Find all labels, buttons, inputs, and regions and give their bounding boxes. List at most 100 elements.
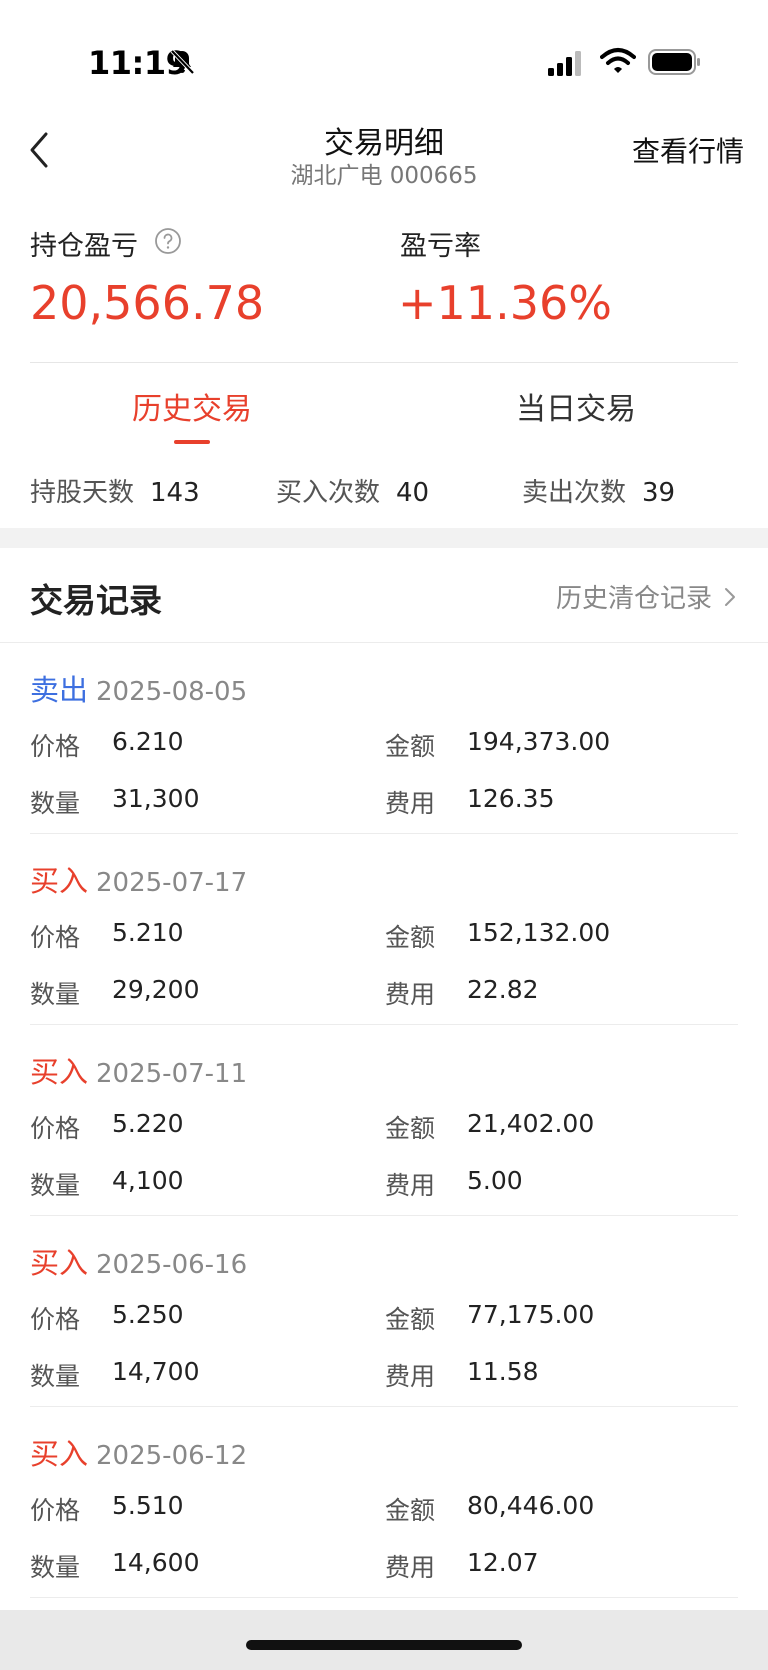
fee-field: 费用 11.58 bbox=[385, 1357, 539, 1393]
trade-date: 2025-07-17 bbox=[96, 868, 248, 898]
price-field: 价格 5.510 bbox=[30, 1491, 184, 1527]
amount-value: 77,175.00 bbox=[467, 1300, 595, 1329]
fee-label: 费用 bbox=[385, 789, 436, 818]
history-clearance-link[interactable]: 历史清仓记录 bbox=[556, 578, 738, 615]
fee-value: 22.82 bbox=[467, 975, 539, 1004]
amount-label: 金额 bbox=[385, 923, 436, 952]
holding-days-label: 持股天数 bbox=[30, 478, 135, 508]
pnl-rate-label: 盈亏率 bbox=[400, 231, 481, 262]
quantity-value: 4,100 bbox=[112, 1166, 184, 1195]
holding-days-value: 143 bbox=[150, 478, 200, 508]
bell-slash-icon bbox=[170, 49, 195, 75]
buy-count-stat: 买入次数 40 bbox=[276, 472, 429, 509]
trade-record-row[interactable]: 买入 2025-07-11 价格 5.220 金额 21,402.00 数量 4… bbox=[30, 1025, 738, 1216]
trade-record-row[interactable]: 卖出 2025-08-05 价格 6.210 金额 194,373.00 数量 … bbox=[30, 643, 738, 834]
record-header: 买入 2025-07-17 bbox=[30, 858, 247, 900]
active-tab-indicator bbox=[174, 440, 210, 444]
price-field: 价格 6.210 bbox=[30, 727, 184, 763]
nav-bar: 交易明细 湖北广电 000665 查看行情 bbox=[0, 110, 768, 190]
quantity-value: 31,300 bbox=[112, 784, 200, 813]
fee-value: 5.00 bbox=[467, 1166, 523, 1195]
trade-detail-page: 11:19 交易明细 湖北广电 000665 查看行情 持仓盈亏 盈亏率 20,… bbox=[0, 0, 768, 1670]
amount-field: 金额 194,373.00 bbox=[385, 727, 610, 763]
quantity-value: 14,700 bbox=[112, 1357, 200, 1386]
price-value: 5.250 bbox=[112, 1300, 184, 1329]
trade-date: 2025-08-05 bbox=[96, 677, 248, 707]
price-field: 价格 5.210 bbox=[30, 918, 184, 954]
sell-count-value: 39 bbox=[642, 478, 676, 508]
amount-label: 金额 bbox=[385, 732, 436, 761]
position-pnl-label: 持仓盈亏 bbox=[30, 231, 138, 262]
wifi-icon bbox=[600, 48, 636, 73]
pnl-rate-value: +11.36% bbox=[398, 276, 612, 330]
fee-field: 费用 5.00 bbox=[385, 1166, 523, 1202]
buy-count-value: 40 bbox=[396, 478, 430, 508]
price-value: 5.210 bbox=[112, 918, 184, 947]
trade-date: 2025-06-12 bbox=[96, 1441, 248, 1471]
home-indicator[interactable] bbox=[246, 1640, 522, 1650]
amount-value: 194,373.00 bbox=[467, 727, 611, 756]
fee-field: 费用 22.82 bbox=[385, 975, 539, 1011]
record-header: 买入 2025-06-12 bbox=[30, 1431, 247, 1473]
fee-value: 126.35 bbox=[467, 784, 555, 813]
fee-value: 11.58 bbox=[467, 1357, 539, 1386]
trade-type: 买入 bbox=[30, 1437, 89, 1471]
view-market-button[interactable]: 查看行情 bbox=[632, 130, 744, 170]
fee-label: 费用 bbox=[385, 980, 436, 1009]
chevron-right-icon bbox=[725, 587, 735, 606]
trade-record-row[interactable]: 买入 2025-06-16 价格 5.250 金额 77,175.00 数量 1… bbox=[30, 1216, 738, 1407]
price-value: 6.210 bbox=[112, 727, 184, 756]
fee-field: 费用 12.07 bbox=[385, 1548, 539, 1584]
status-bar: 11:19 bbox=[0, 0, 768, 110]
quantity-label: 数量 bbox=[30, 1171, 81, 1200]
quantity-field: 数量 4,100 bbox=[30, 1166, 184, 1202]
amount-field: 金额 152,132.00 bbox=[385, 918, 610, 954]
quantity-value: 14,600 bbox=[112, 1548, 200, 1577]
record-header: 买入 2025-07-11 bbox=[30, 1049, 247, 1091]
quantity-field: 数量 14,600 bbox=[30, 1548, 199, 1584]
trade-record-row[interactable]: 买入 2025-07-17 价格 5.210 金额 152,132.00 数量 … bbox=[30, 834, 738, 1025]
position-pnl-value: 20,566.78 bbox=[30, 276, 265, 330]
fee-value: 12.07 bbox=[467, 1548, 539, 1577]
amount-label: 金额 bbox=[385, 1496, 436, 1525]
trade-type: 买入 bbox=[30, 864, 89, 898]
trade-date: 2025-07-11 bbox=[96, 1059, 248, 1089]
quantity-field: 数量 31,300 bbox=[30, 784, 199, 820]
trade-record-row[interactable]: 买入 2025-06-12 价格 5.510 金额 80,446.00 数量 1… bbox=[30, 1407, 738, 1598]
record-header: 买入 2025-06-16 bbox=[30, 1240, 247, 1282]
amount-label: 金额 bbox=[385, 1305, 436, 1334]
fee-label: 费用 bbox=[385, 1171, 436, 1200]
help-icon[interactable] bbox=[154, 227, 182, 255]
fee-label: 费用 bbox=[385, 1553, 436, 1582]
quantity-label: 数量 bbox=[30, 789, 81, 818]
trade-type: 卖出 bbox=[30, 673, 89, 707]
price-label: 价格 bbox=[30, 732, 81, 761]
fee-field: 费用 126.35 bbox=[385, 784, 554, 820]
signal-icon bbox=[548, 51, 581, 76]
tab-today-trades[interactable]: 当日交易 bbox=[516, 384, 636, 428]
battery-icon bbox=[648, 49, 700, 75]
quantity-value: 29,200 bbox=[112, 975, 200, 1004]
amount-value: 152,132.00 bbox=[467, 918, 611, 947]
price-label: 价格 bbox=[30, 1496, 81, 1525]
record-header: 卖出 2025-08-05 bbox=[30, 667, 247, 709]
section-separator bbox=[0, 528, 768, 548]
sell-count-label: 卖出次数 bbox=[522, 478, 627, 508]
price-field: 价格 5.220 bbox=[30, 1109, 184, 1145]
price-label: 价格 bbox=[30, 1305, 81, 1334]
buy-count-label: 买入次数 bbox=[276, 478, 381, 508]
trade-record-list: 卖出 2025-08-05 价格 6.210 金额 194,373.00 数量 … bbox=[0, 643, 768, 1598]
tab-history-trades[interactable]: 历史交易 bbox=[132, 384, 252, 428]
fee-label: 费用 bbox=[385, 1362, 436, 1391]
holding-days-stat: 持股天数 143 bbox=[30, 472, 200, 509]
price-label: 价格 bbox=[30, 1114, 81, 1143]
amount-label: 金额 bbox=[385, 1114, 436, 1143]
amount-value: 80,446.00 bbox=[467, 1491, 595, 1520]
amount-value: 21,402.00 bbox=[467, 1109, 595, 1138]
amount-field: 金额 21,402.00 bbox=[385, 1109, 594, 1145]
history-clearance-label: 历史清仓记录 bbox=[555, 584, 712, 614]
trade-date: 2025-06-16 bbox=[96, 1250, 248, 1280]
price-label: 价格 bbox=[30, 923, 81, 952]
quantity-label: 数量 bbox=[30, 1553, 81, 1582]
trade-type: 买入 bbox=[30, 1055, 89, 1089]
